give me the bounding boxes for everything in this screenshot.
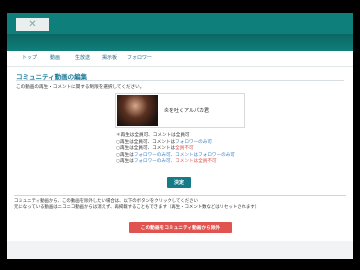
option-text-highlight: 全員不可 — [175, 146, 194, 152]
option-text-suffix: 、コメントはフォロワーのみ可 — [170, 152, 235, 158]
page: ✕ トップ 動画 生放送 掲示板 フォロワー コミュニティ動画の編集 この動画の… — [7, 13, 353, 259]
video-thumbnail — [117, 95, 158, 126]
option-text-suffix: 、コメントは全員不可 — [170, 159, 217, 165]
video-title: 炎を吐くアルパカ君 — [164, 108, 209, 114]
option-text-highlight: フォロワーのみ可 — [175, 139, 212, 145]
confirm-button[interactable]: 決定 — [167, 177, 191, 188]
nav-item-live[interactable]: 生放送 — [75, 54, 90, 61]
option-text-highlight: フォロワーのみ可 — [133, 152, 171, 158]
description-text: この動画の再生・コメントに関する制限を選択してください。 — [16, 85, 145, 90]
option-text-highlight: フォロワーのみ可 — [133, 159, 171, 165]
option-text-prefix: 再生は全員可、コメントは — [120, 146, 176, 152]
community-nav: トップ 動画 生放送 掲示板 フォロワー — [7, 51, 353, 67]
option-text-prefix: 再生は全員可、コメントは — [120, 139, 176, 145]
nav-item-videos[interactable]: 動画 — [50, 54, 60, 61]
site-logo[interactable]: ✕ — [16, 18, 49, 31]
remove-notice: コミュニティ動画から、この動画を除外したい場合は、以下のボタンをクリックしてくだ… — [14, 199, 259, 210]
remove-notice-line-2: 元になっている動画はニコニコ動画からは消えず、再掲載することもできます（再生・コ… — [14, 204, 260, 210]
nav-item-bbs[interactable]: 掲示板 — [102, 54, 117, 61]
option-text-prefix: 再生は — [120, 159, 134, 165]
footer — [7, 241, 353, 259]
restriction-option-3[interactable]: ○再生は全員可、コメントは全員不可 — [116, 146, 235, 153]
nav-item-top[interactable]: トップ — [22, 54, 37, 61]
option-text-prefix: 再生は — [120, 152, 134, 158]
logo-mark-icon: ✕ — [28, 18, 37, 30]
restriction-option-1[interactable]: ＊再生は全員可、コメントは全員可 — [116, 133, 235, 140]
nav-item-followers[interactable]: フォロワー — [127, 54, 152, 61]
title-divider — [16, 80, 344, 81]
remove-from-community-button[interactable]: この動画をコミュニティ動画から除外 — [129, 222, 232, 233]
video-card: 炎を吐くアルパカ君 — [115, 93, 245, 128]
restriction-options: ＊再生は全員可、コメントは全員可 ○再生は全員可、コメントはフォロワーのみ可 ○再生… — [116, 133, 235, 166]
section-divider — [14, 195, 346, 196]
option-text-prefix: 再生は全員可、コメントは全員可 — [120, 133, 190, 138]
header: ✕ — [7, 13, 353, 51]
restriction-option-5[interactable]: ○再生はフォロワーのみ可、コメントは全員不可 — [116, 159, 235, 166]
header-band — [7, 34, 353, 51]
